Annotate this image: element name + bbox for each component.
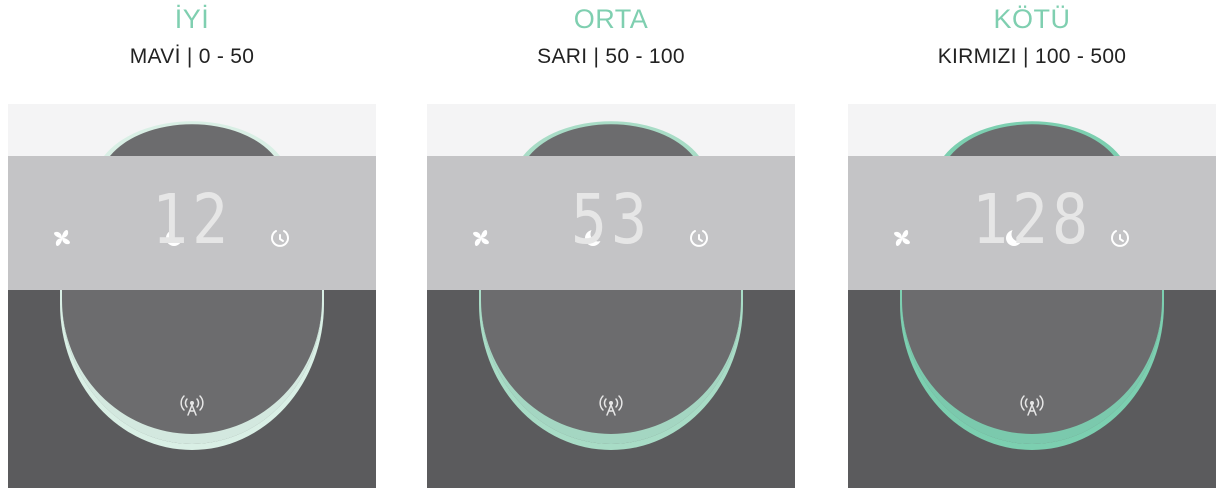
level-panel-bad: KÖTÜ KIRMIZI | 100 - 500 128 bbox=[848, 0, 1216, 488]
level-range: KIRMIZI | 100 - 500 bbox=[937, 45, 1127, 68]
air-quality-reading: 53 bbox=[570, 179, 652, 261]
level-title: İYİ bbox=[174, 4, 210, 34]
level-panel-good: İYİ MAVİ | 0 - 50 12 bbox=[8, 0, 376, 488]
device-illustration bbox=[8, 104, 376, 488]
level-range: MAVİ | 0 - 50 bbox=[129, 45, 255, 68]
level-range: SARI | 50 - 100 bbox=[537, 45, 685, 68]
device-illustration bbox=[427, 104, 795, 488]
level-title: KÖTÜ bbox=[993, 4, 1071, 34]
device-svg bbox=[427, 104, 795, 488]
device-svg bbox=[848, 104, 1216, 488]
level-panel-medium: ORTA SARI | 50 - 100 53 bbox=[427, 0, 795, 488]
device-svg bbox=[8, 104, 376, 488]
device-illustration bbox=[848, 104, 1216, 488]
air-quality-reading: 128 bbox=[971, 179, 1093, 261]
level-title: ORTA bbox=[573, 4, 649, 34]
air-quality-reading: 12 bbox=[151, 179, 233, 261]
